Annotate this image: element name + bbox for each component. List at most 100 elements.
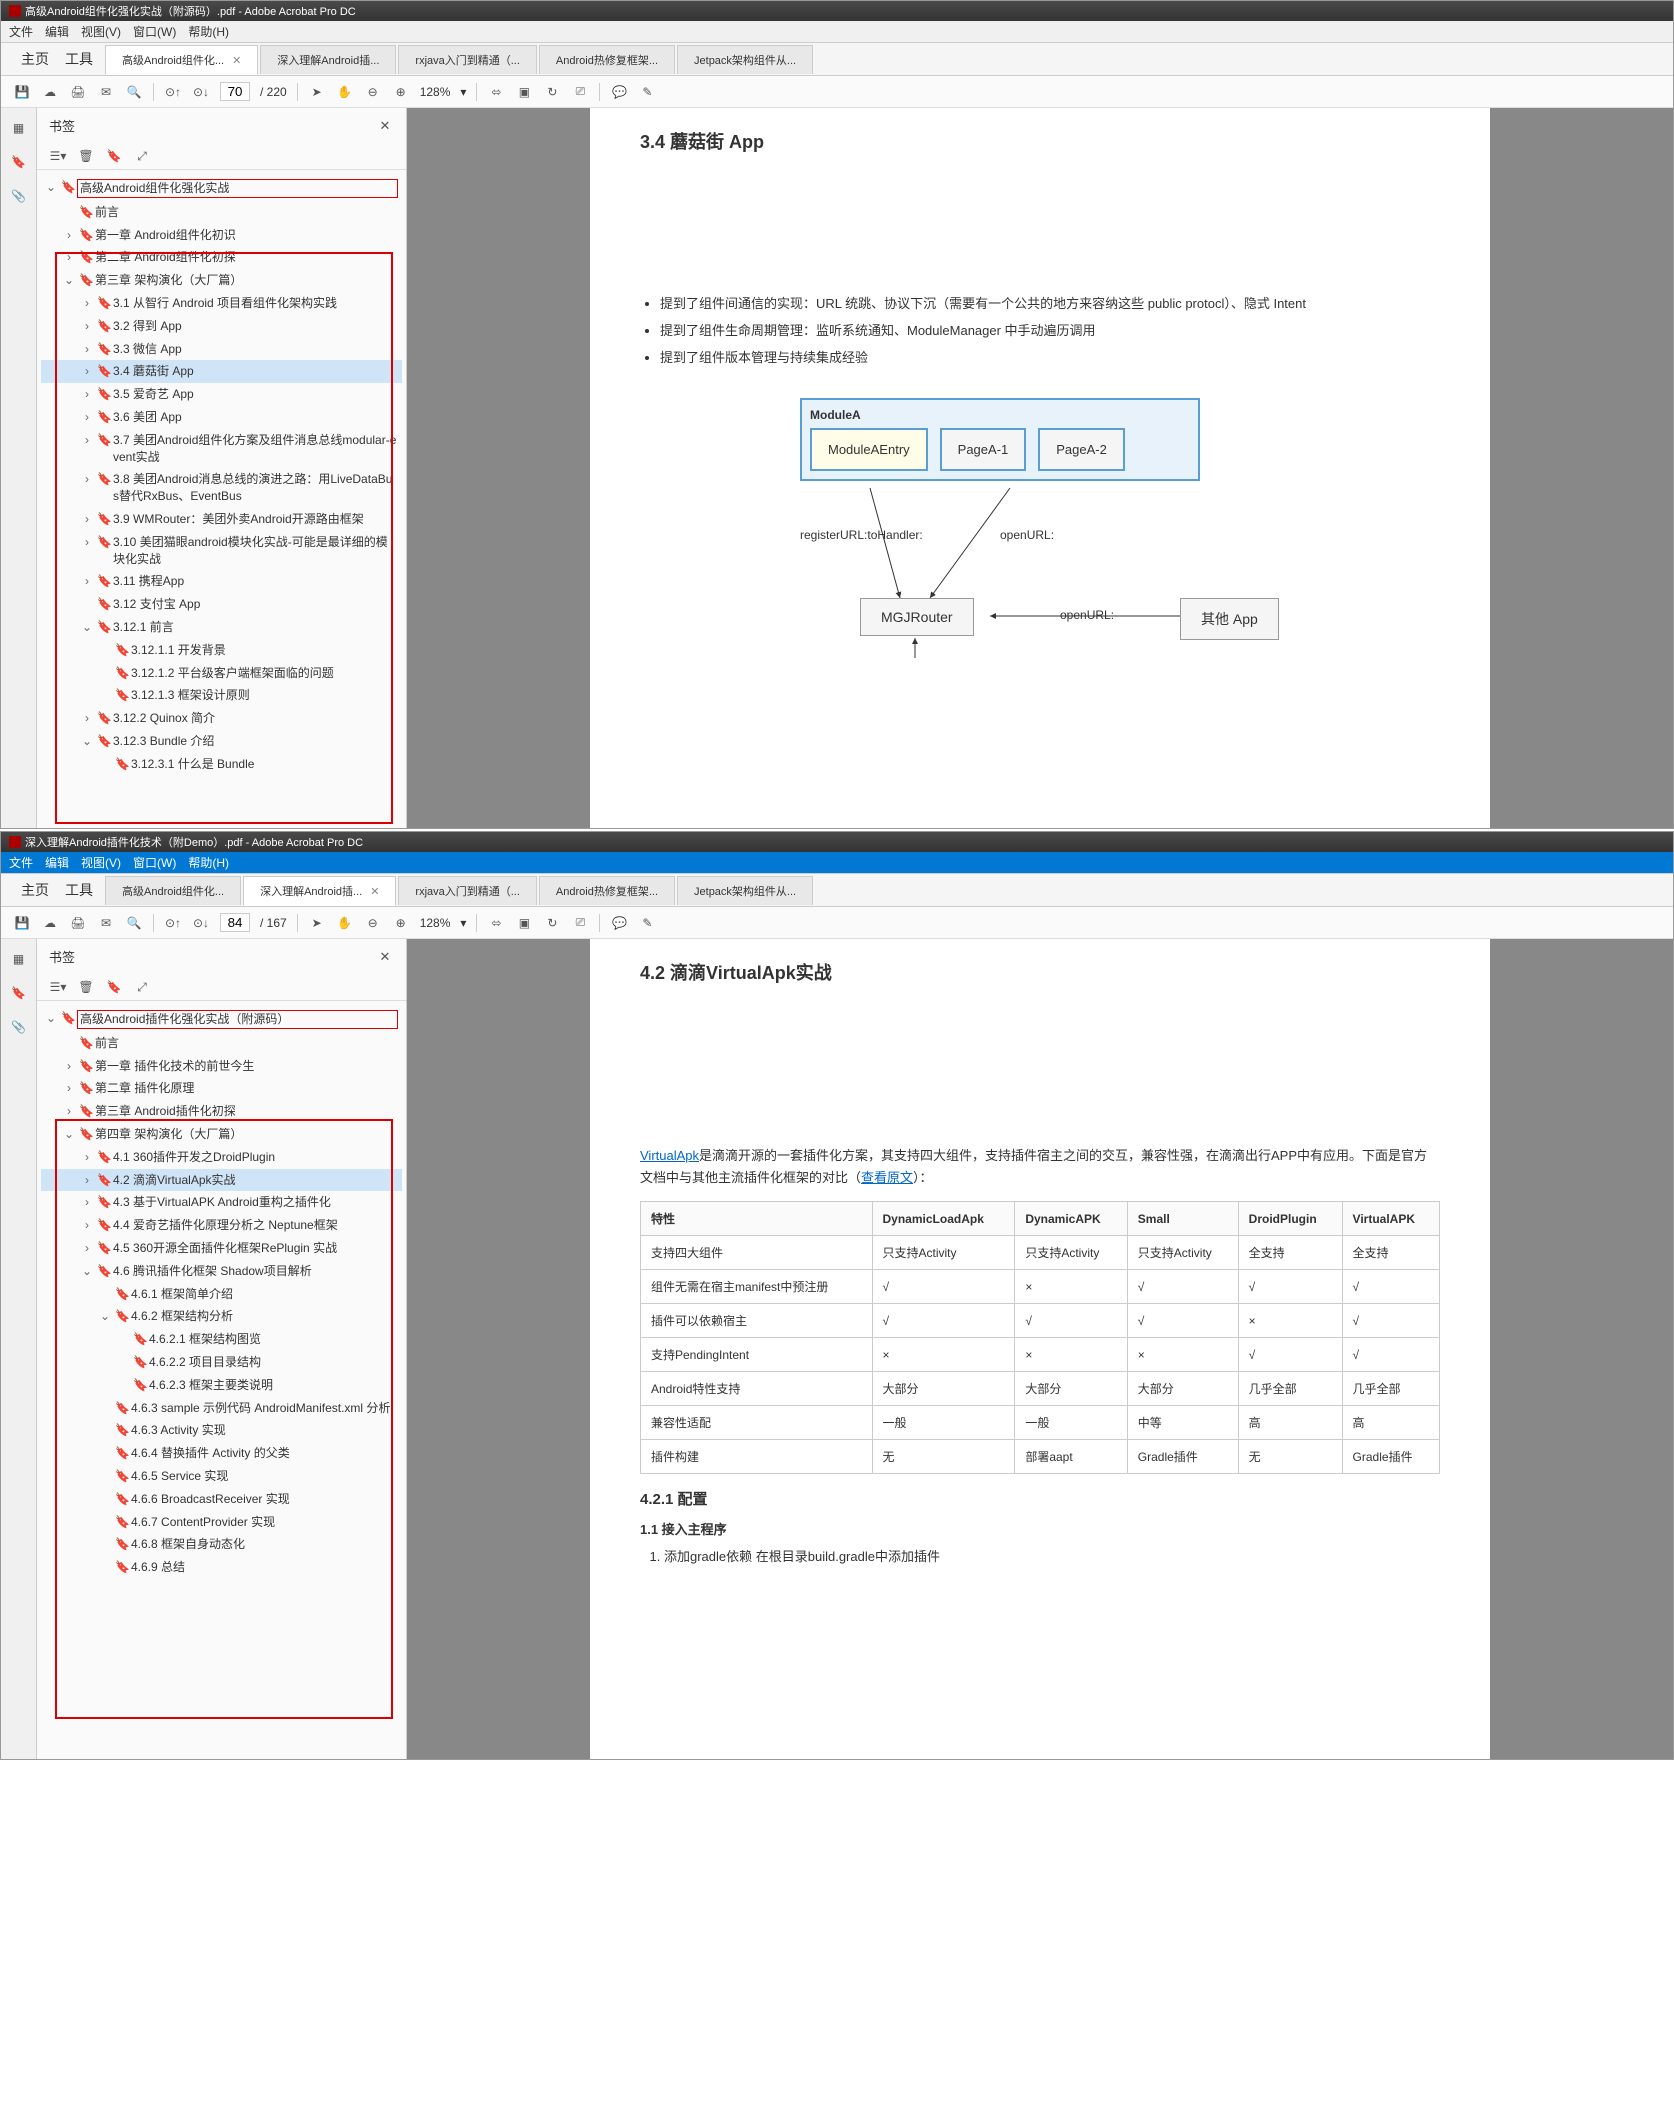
main-tab[interactable]: 主页 — [21, 49, 49, 69]
bookmark-item[interactable]: ›🔖3.11 携程App — [41, 570, 402, 593]
page-down-icon[interactable]: ⊙↓ — [192, 83, 210, 101]
expand-icon[interactable]: ⌄ — [63, 272, 75, 289]
fit-width-icon[interactable]: ⬄ — [487, 83, 505, 101]
bookmark-item[interactable]: 🔖4.6.2.2 项目目录结构 — [41, 1351, 402, 1374]
new-bookmark-icon[interactable]: 🔖 — [105, 147, 123, 165]
fit-page-icon[interactable]: ▣ — [515, 914, 533, 932]
menu-item[interactable]: 帮助(H) — [188, 23, 229, 40]
delete-bookmark-icon[interactable]: 🗑 — [77, 978, 95, 996]
tab-close-icon[interactable]: ✕ — [370, 886, 379, 898]
expand-icon[interactable]: › — [81, 341, 93, 358]
bookmark-item[interactable]: 🔖前言 — [41, 201, 402, 224]
main-tab[interactable]: 工具 — [65, 880, 93, 900]
bookmark-item[interactable]: 🔖4.6.1 框架简单介绍 — [41, 1283, 402, 1306]
document-view[interactable]: 4.2 滴滴VirtualApk实战 VirtualApk是滴滴开源的一套插件化… — [407, 939, 1673, 1759]
bookmark-item[interactable]: ›🔖3.8 美团Android消息总线的演进之路：用LiveDataBus替代R… — [41, 468, 402, 508]
expand-icon[interactable]: › — [81, 318, 93, 335]
bookmark-root[interactable]: ⌄ 🔖 高级Android插件化强化实战（附源码） — [41, 1007, 402, 1032]
main-tab[interactable]: 工具 — [65, 49, 93, 69]
bookmark-item[interactable]: 🔖4.6.8 框架自身动态化 — [41, 1533, 402, 1556]
bookmark-item[interactable]: 🔖3.12.1.1 开发背景 — [41, 639, 402, 662]
bookmark-item[interactable]: ›🔖第一章 插件化技术的前世今生 — [41, 1055, 402, 1078]
page-number-input[interactable] — [220, 913, 250, 932]
read-mode-icon[interactable]: ⎚ — [571, 83, 589, 101]
cloud-icon[interactable]: ☁ — [41, 83, 59, 101]
bookmark-item[interactable]: 🔖4.6.2.3 框架主要类说明 — [41, 1374, 402, 1397]
menu-item[interactable]: 文件 — [9, 854, 33, 871]
close-panel-icon[interactable]: ✕ — [376, 117, 394, 135]
page-number-input[interactable] — [220, 82, 250, 101]
zoom-level[interactable]: 128% — [420, 916, 451, 930]
collapse-icon[interactable]: ⌄ — [45, 1010, 57, 1027]
bookmark-item[interactable]: ›🔖第一章 Android组件化初识 — [41, 224, 402, 247]
zoom-dropdown-icon[interactable]: ▾ — [460, 916, 466, 930]
comment-icon[interactable]: 💬 — [610, 83, 628, 101]
menu-item[interactable]: 文件 — [9, 23, 33, 40]
bookmark-item[interactable]: 🔖4.6.4 替换插件 Activity 的父类 — [41, 1442, 402, 1465]
bookmark-item[interactable]: ›🔖4.4 爱奇艺插件化原理分析之 Neptune框架 — [41, 1214, 402, 1237]
bookmark-item[interactable]: ›🔖4.3 基于VirtualAPK Android重构之插件化 — [41, 1191, 402, 1214]
title-bar[interactable]: 深入理解Android插件化技术（附Demo）.pdf - Adobe Acro… — [1, 832, 1673, 852]
pointer-icon[interactable]: ➤ — [308, 83, 326, 101]
menu-item[interactable]: 编辑 — [45, 854, 69, 871]
bookmark-item[interactable]: 🔖4.6.6 BroadcastReceiver 实现 — [41, 1488, 402, 1511]
new-bookmark-icon[interactable]: 🔖 — [105, 978, 123, 996]
options-icon[interactable]: ☰▾ — [49, 978, 67, 996]
bookmarks-icon[interactable]: 🔖 — [9, 983, 29, 1003]
document-tab[interactable]: 深入理解Android插... — [260, 45, 396, 74]
highlight-icon[interactable]: ✎ — [638, 914, 656, 932]
bookmark-item[interactable]: 🔖4.6.2.1 框架结构图览 — [41, 1328, 402, 1351]
document-tab[interactable]: rxjava入门到精通（... — [398, 876, 537, 905]
print-icon[interactable]: 🖨 — [69, 914, 87, 932]
attachments-icon[interactable]: 📎 — [9, 186, 29, 206]
expand-icon[interactable]: › — [81, 409, 93, 426]
save-icon[interactable]: 💾 — [13, 83, 31, 101]
bookmark-item[interactable]: 🔖4.6.7 ContentProvider 实现 — [41, 1511, 402, 1534]
bookmark-item[interactable]: ›🔖3.1 从智行 Android 项目看组件化架构实践 — [41, 292, 402, 315]
fit-width-icon[interactable]: ⬄ — [487, 914, 505, 932]
expand-icon[interactable]: › — [81, 363, 93, 380]
zoom-in-icon[interactable]: ⊕ — [392, 914, 410, 932]
expand-icon[interactable]: › — [81, 573, 93, 590]
search-icon[interactable]: 🔍 — [125, 83, 143, 101]
collapse-icon[interactable]: ⌄ — [45, 179, 57, 196]
menu-item[interactable]: 窗口(W) — [133, 854, 176, 871]
expand-icon[interactable]: ⌄ — [63, 1126, 75, 1143]
zoom-level[interactable]: 128% — [420, 85, 451, 99]
menu-item[interactable]: 视图(V) — [81, 23, 121, 40]
comment-icon[interactable]: 💬 — [610, 914, 628, 932]
read-mode-icon[interactable]: ⎚ — [571, 914, 589, 932]
bookmark-item[interactable]: 🔖3.12.3.1 什么是 Bundle — [41, 753, 402, 776]
expand-icon[interactable]: › — [63, 1103, 75, 1120]
bookmark-item[interactable]: 🔖3.12 支付宝 App — [41, 593, 402, 616]
cloud-icon[interactable]: ☁ — [41, 914, 59, 932]
bookmarks-icon[interactable]: 🔖 — [9, 152, 29, 172]
save-icon[interactable]: 💾 — [13, 914, 31, 932]
expand-icon[interactable]: ⤢ — [133, 147, 151, 165]
zoom-dropdown-icon[interactable]: ▾ — [460, 85, 466, 99]
expand-icon[interactable]: › — [81, 511, 93, 528]
bookmark-item[interactable]: ⌄🔖3.12.1 前言 — [41, 616, 402, 639]
bookmark-item[interactable]: ⌄🔖3.12.3 Bundle 介绍 — [41, 730, 402, 753]
link-source[interactable]: 查看原文 — [861, 1170, 913, 1185]
bookmark-item[interactable]: ›🔖3.9 WMRouter：美团外卖Android开源路由框架 — [41, 508, 402, 531]
options-icon[interactable]: ☰▾ — [49, 147, 67, 165]
expand-icon[interactable]: › — [81, 1240, 93, 1257]
thumbnails-icon[interactable]: ▦ — [9, 118, 29, 138]
bookmark-item[interactable]: ›🔖第三章 Android插件化初探 — [41, 1100, 402, 1123]
tab-close-icon[interactable]: ✕ — [232, 55, 241, 67]
bookmark-item[interactable]: ›🔖第二章 Android组件化初探 — [41, 246, 402, 269]
document-tab[interactable]: Jetpack架构组件从... — [677, 45, 813, 74]
expand-icon[interactable]: ⌄ — [81, 1263, 93, 1280]
page-down-icon[interactable]: ⊙↓ — [192, 914, 210, 932]
expand-icon[interactable]: › — [81, 1194, 93, 1211]
expand-icon[interactable]: › — [81, 295, 93, 312]
bookmark-item[interactable]: 🔖4.6.5 Service 实现 — [41, 1465, 402, 1488]
expand-icon[interactable]: › — [81, 1172, 93, 1189]
delete-bookmark-icon[interactable]: 🗑 — [77, 147, 95, 165]
bookmark-item[interactable]: ⌄🔖4.6.2 框架结构分析 — [41, 1305, 402, 1328]
expand-icon[interactable]: ⤢ — [133, 978, 151, 996]
bookmark-item[interactable]: ›🔖4.5 360开源全面插件化框架RePlugin 实战 — [41, 1237, 402, 1260]
bookmark-item[interactable]: 🔖3.12.1.2 平台级客户端框架面临的问题 — [41, 662, 402, 685]
expand-icon[interactable]: › — [81, 1217, 93, 1234]
